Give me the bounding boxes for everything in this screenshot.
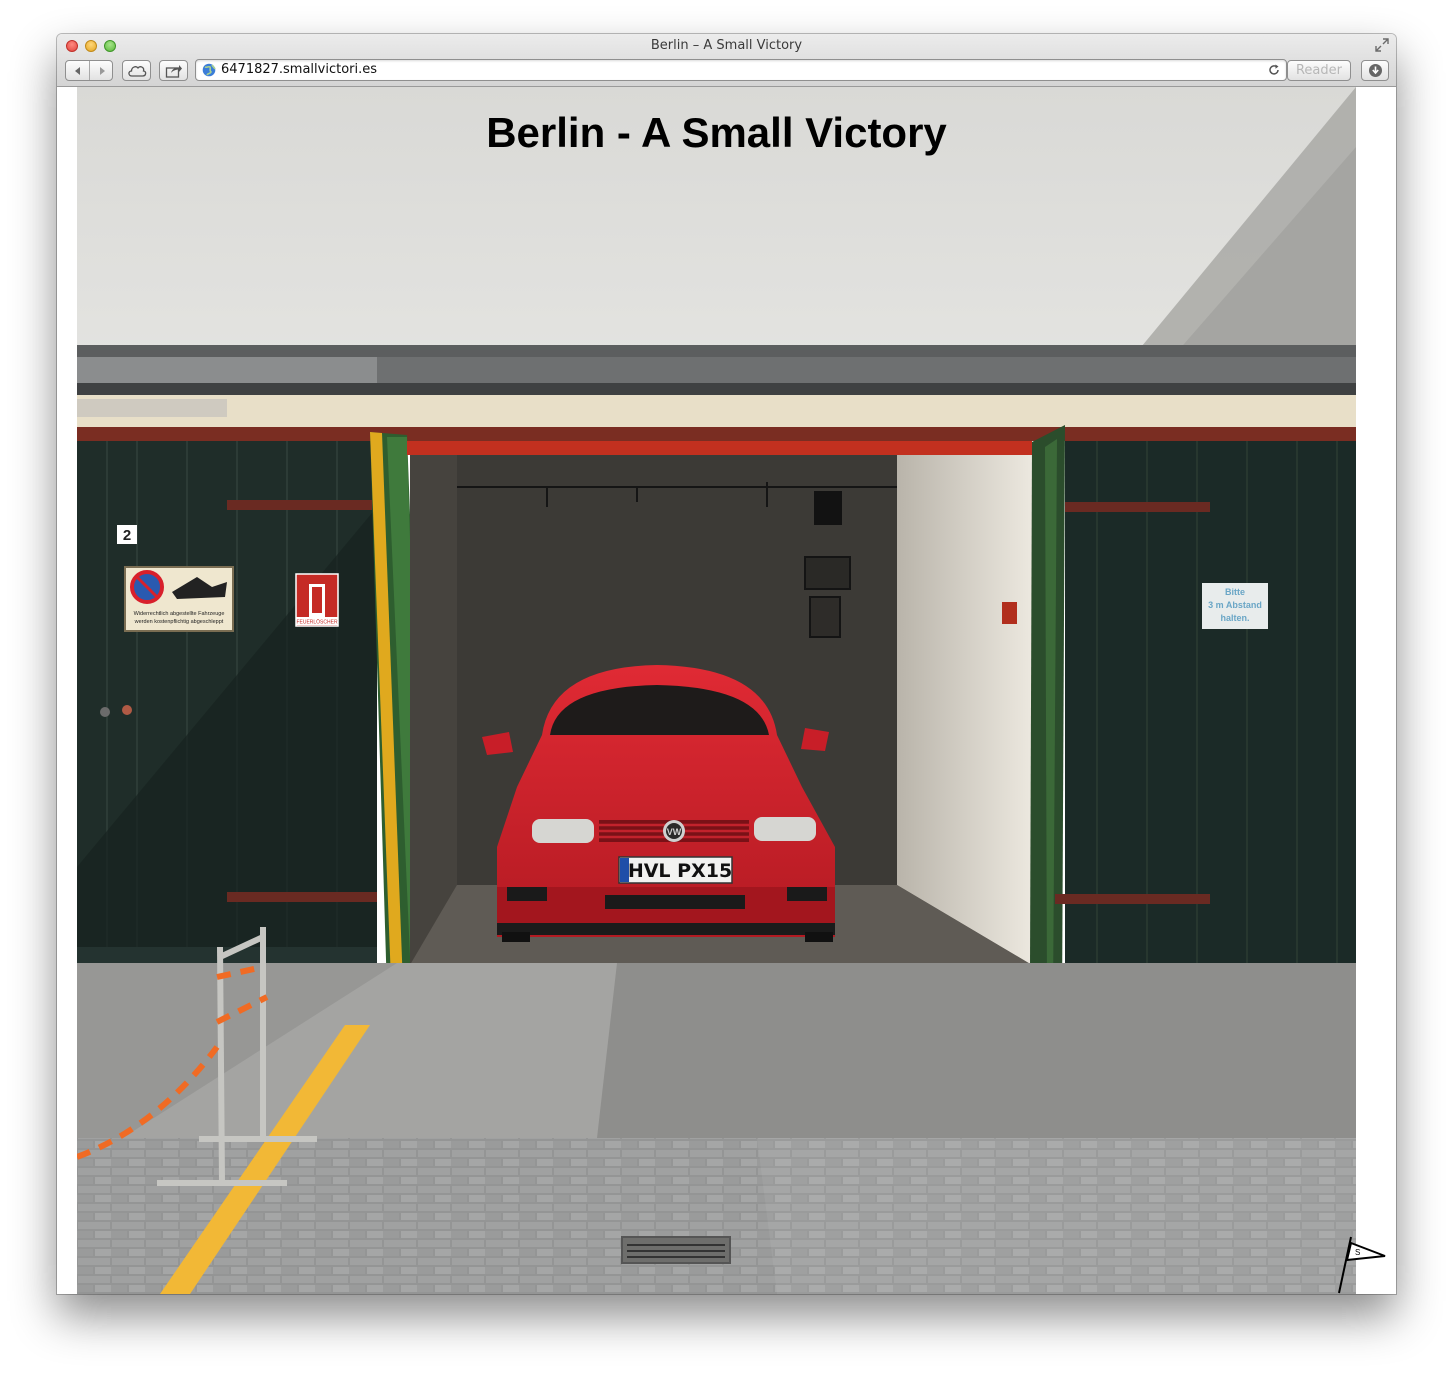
back-button[interactable] — [66, 61, 89, 80]
svg-text:S: S — [1355, 1248, 1360, 1257]
forward-arrow-icon — [99, 66, 105, 75]
forward-button[interactable] — [90, 61, 113, 80]
tow-sign-text-2: werden kostenpflichtig abgeschleppt — [134, 619, 224, 625]
small-victory-flag-icon[interactable]: S — [1335, 1233, 1390, 1294]
url-text: 6471827.smallvictori.es — [221, 62, 378, 77]
garage-number: 2 — [123, 527, 131, 544]
page-heading: Berlin - A Small Victory — [486, 109, 947, 156]
garage-photo: 2 Widerrechtlich abgestellte Fahrzeuge w… — [77, 87, 1356, 1294]
tow-sign-text: Widerrechtlich abgestellte Fahrzeuge — [134, 611, 225, 617]
icloud-tabs-button[interactable] — [122, 60, 151, 81]
browser-window: Berlin – A Small Victory 6471827.smallvi… — [57, 34, 1396, 1294]
address-bar[interactable]: 6471827.smallvictori.es — [195, 59, 1287, 81]
reload-icon[interactable] — [1267, 63, 1281, 77]
right-sign-line-2: 3 m Abstand — [1208, 600, 1262, 610]
reader-button[interactable]: Reader — [1287, 60, 1351, 81]
share-icon — [165, 64, 182, 78]
navigation-buttons — [65, 60, 113, 81]
share-button[interactable] — [159, 60, 188, 81]
right-sign-line-1: Bitte — [1225, 587, 1245, 597]
license-plate: HVL PX15 — [628, 860, 732, 882]
globe-icon — [202, 63, 216, 77]
extinguisher-sign-text: FEUERLÖSCHER — [296, 619, 338, 626]
vw-logo: VW — [667, 827, 682, 837]
fullscreen-icon[interactable] — [1375, 38, 1389, 52]
window-title: Berlin – A Small Victory — [650, 38, 803, 53]
title-bar: Berlin – A Small Victory 6471827.smallvi… — [57, 34, 1396, 87]
downloads-button[interactable] — [1361, 60, 1389, 81]
desktop: Berlin – A Small Victory 6471827.smallvi… — [0, 0, 1453, 1374]
back-arrow-icon — [74, 66, 80, 75]
download-icon — [1368, 64, 1382, 77]
right-sign-line-3: halten. — [1220, 613, 1249, 623]
cloud-icon — [127, 66, 146, 77]
web-content: 2 Widerrechtlich abgestellte Fahrzeuge w… — [57, 87, 1396, 1294]
